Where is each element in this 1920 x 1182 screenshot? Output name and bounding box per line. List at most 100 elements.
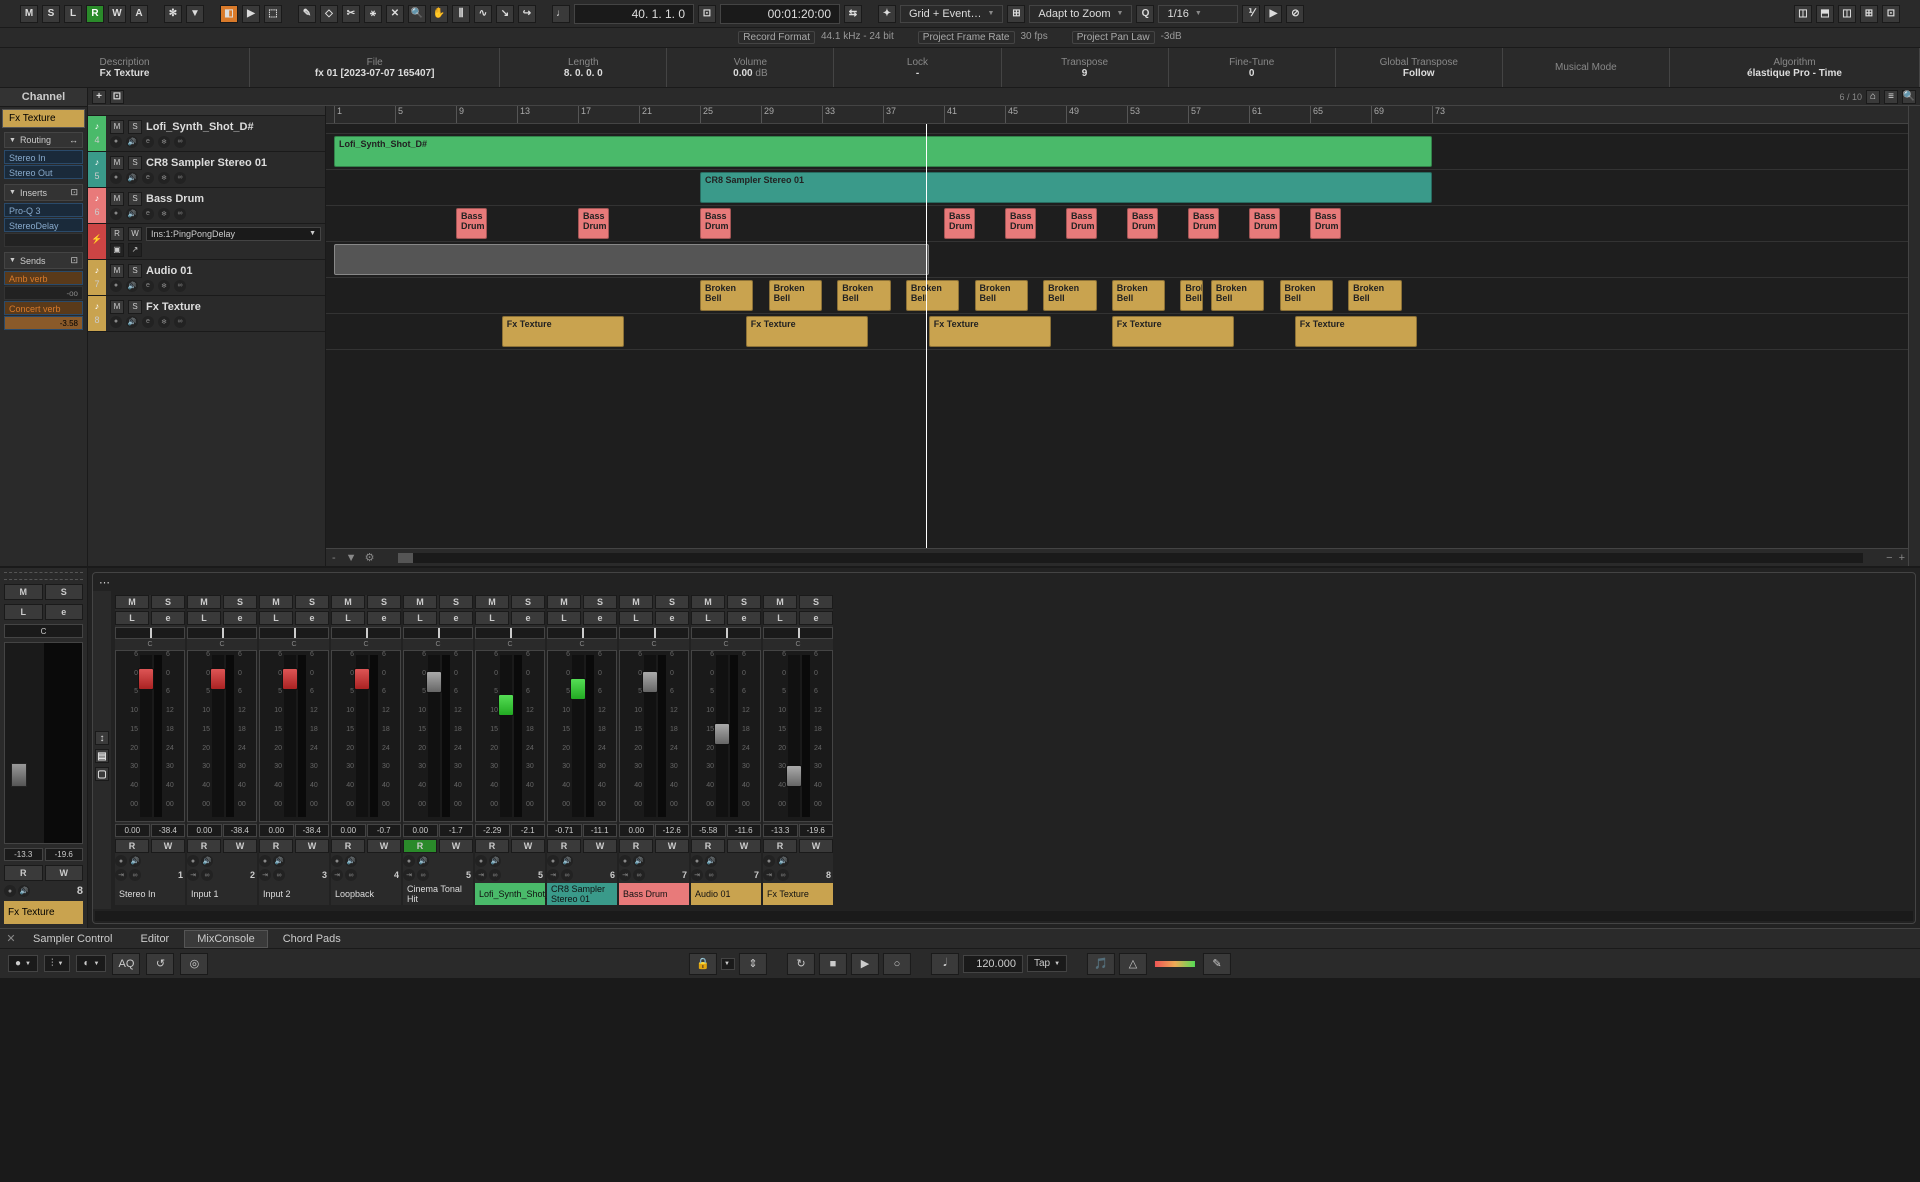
audio-clip[interactable]: Broken Bell xyxy=(1180,280,1203,311)
audio-clip[interactable]: Broken Bell xyxy=(1112,280,1165,311)
mute-tool-button[interactable]: ✕ xyxy=(386,5,404,23)
track-freeze-icon[interactable]: ❄ xyxy=(158,208,170,220)
strip-name[interactable]: Loopback xyxy=(331,883,401,905)
time-format-button[interactable]: ⇆ xyxy=(844,5,862,23)
strip-solo-button[interactable]: S xyxy=(583,595,617,609)
audio-clip[interactable]: CR8 Sampler Stereo 01 xyxy=(700,172,1432,203)
strip-pan[interactable] xyxy=(259,627,329,639)
strip-monitor-icon[interactable]: ● xyxy=(187,855,199,867)
audio-clip[interactable]: Broken Bell xyxy=(1211,280,1264,311)
mix-menu-icon[interactable]: ⋯ xyxy=(99,576,110,589)
mute-all-button[interactable]: M xyxy=(20,5,38,23)
aq-button[interactable]: AQ xyxy=(112,953,140,975)
strip-listen-button[interactable]: L xyxy=(115,611,149,625)
count-in-button[interactable]: △ xyxy=(1119,953,1147,975)
algorithm-value[interactable]: élastique Pro - Time xyxy=(1747,68,1842,79)
strip-monitor-icon[interactable]: ● xyxy=(403,855,415,867)
track-monitor-icon[interactable]: 🔊 xyxy=(126,172,138,184)
strip-pan[interactable] xyxy=(763,627,833,639)
strip-edit-button[interactable]: e xyxy=(223,611,257,625)
strip-peak-value[interactable]: -38.4 xyxy=(295,824,330,837)
zoom-tool-button[interactable]: 🔍 xyxy=(408,5,426,23)
zoom-in-h-button[interactable]: + xyxy=(1896,552,1908,564)
tab-mixconsole[interactable]: MixConsole xyxy=(184,930,267,948)
strip-mute-button[interactable]: M xyxy=(619,595,653,609)
strip-peak-value[interactable]: -11.1 xyxy=(583,824,618,837)
strip-mute-button[interactable]: M xyxy=(115,595,149,609)
track-color-indicator[interactable]: ♪7 xyxy=(88,260,106,295)
lower-zone-button[interactable]: ⬒ xyxy=(1816,5,1834,23)
track-monitor-icon[interactable]: 🔊 xyxy=(126,316,138,328)
audio-clip[interactable]: Broken Bell xyxy=(906,280,959,311)
arrange-row[interactable]: Lofi_Synth_Shot_D# xyxy=(326,134,1908,170)
volume-value[interactable]: 0.00 dB xyxy=(733,68,767,79)
lock-value[interactable]: - xyxy=(916,68,919,79)
strip-read-button[interactable]: R xyxy=(115,839,149,853)
ruler-tick[interactable]: 65 xyxy=(1310,106,1323,123)
track-freeze-icon[interactable]: ❄ xyxy=(158,280,170,292)
strip-peak-value[interactable]: -38.4 xyxy=(151,824,186,837)
track-name-label[interactable]: Audio 01 xyxy=(146,265,192,277)
strip-monitor-icon[interactable]: ● xyxy=(475,855,487,867)
settings-icon[interactable]: ⚙ xyxy=(361,551,379,564)
track-mute-button[interactable]: M xyxy=(110,300,124,314)
track-row[interactable]: ♪4 M S Lofi_Synth_Shot_D# ● 🔊 e ❄ ∞ xyxy=(88,116,325,152)
strip-solo-button[interactable]: S xyxy=(799,595,833,609)
strip-mute-button[interactable]: M xyxy=(187,595,221,609)
mix-view-faders-button[interactable]: ↕ xyxy=(95,731,109,745)
dropdown-icon[interactable]: ▼ xyxy=(186,5,204,23)
strip-monitor-icon[interactable]: ● xyxy=(331,855,343,867)
channel-monitor-icon[interactable]: ● xyxy=(4,885,16,897)
track-record-icon[interactable]: ● xyxy=(110,280,122,292)
strip-edit-button[interactable]: e xyxy=(727,611,761,625)
strip-monitor-icon[interactable]: ● xyxy=(763,855,775,867)
channel-mute-button[interactable]: M xyxy=(4,584,43,600)
position-display[interactable]: 40. 1. 1. 0 xyxy=(574,4,694,24)
audio-clip[interactable]: Bass Drum xyxy=(1188,208,1219,239)
strip-peak-value[interactable]: -11.6 xyxy=(727,824,762,837)
audio-clip[interactable]: Broken Bell xyxy=(837,280,890,311)
track-record-icon[interactable]: ● xyxy=(110,208,122,220)
strip-link-icon[interactable]: ∞ xyxy=(489,869,501,881)
fine-tune-value[interactable]: 0 xyxy=(1249,68,1255,79)
track-name-label[interactable]: Fx Texture xyxy=(146,301,201,313)
strip-edit-button[interactable]: e xyxy=(799,611,833,625)
strip-mute-button[interactable]: M xyxy=(547,595,581,609)
snap-type-dropdown[interactable]: Grid + Event… xyxy=(900,5,1003,23)
strip-mute-button[interactable]: M xyxy=(331,595,365,609)
file-value[interactable]: fx 01 [2023-07-07 165407] xyxy=(315,68,435,79)
audio-clip[interactable]: Bass Drum xyxy=(700,208,731,239)
send-value[interactable]: -3.58 xyxy=(4,316,83,330)
channel-speaker-icon[interactable]: 🔊 xyxy=(18,885,30,897)
strip-link-icon[interactable]: ∞ xyxy=(345,869,357,881)
grid-type-icon[interactable]: ✦ xyxy=(878,5,896,23)
arrange-row[interactable]: Bass DrumBass DrumBass DrumBass DrumBass… xyxy=(326,206,1908,242)
strip-mute-button[interactable]: M xyxy=(475,595,509,609)
stop-button[interactable]: ■ xyxy=(819,953,847,975)
strip-write-button[interactable]: W xyxy=(439,839,473,853)
audio-clip[interactable] xyxy=(334,244,929,275)
track-solo-button[interactable]: S xyxy=(128,120,142,134)
strip-peak-value[interactable]: -2.1 xyxy=(511,824,546,837)
hand-tool-button[interactable]: ✋ xyxy=(430,5,448,23)
strip-solo-button[interactable]: S xyxy=(727,595,761,609)
strip-listen-button[interactable]: L xyxy=(259,611,293,625)
strip-listen-button[interactable]: L xyxy=(331,611,365,625)
erase-tool-button[interactable]: ◇ xyxy=(320,5,338,23)
strip-mute-button[interactable]: M xyxy=(403,595,437,609)
strip-edit-button[interactable]: e xyxy=(511,611,545,625)
track-row[interactable]: ♪6 M S Bass Drum ● 🔊 e ❄ ∞ xyxy=(88,188,325,224)
strip-peak-value[interactable]: -1.7 xyxy=(439,824,474,837)
strip-write-button[interactable]: W xyxy=(727,839,761,853)
quantize-icon[interactable]: Q xyxy=(1136,5,1154,23)
ruler-tick[interactable]: 49 xyxy=(1066,106,1079,123)
comp-tool-button[interactable]: ⫼ xyxy=(452,5,470,23)
setup-layout-button[interactable]: ⊡ xyxy=(1882,5,1900,23)
strip-link-icon[interactable]: ∞ xyxy=(777,869,789,881)
track-monitor-icon[interactable]: 🔊 xyxy=(126,136,138,148)
audio-clip[interactable]: Bass Drum xyxy=(1127,208,1158,239)
strip-gain-value[interactable]: 0.00 xyxy=(331,824,366,837)
strip-read-button[interactable]: R xyxy=(259,839,293,853)
strip-gain-value[interactable]: -5.58 xyxy=(691,824,726,837)
zoom-out-h-button[interactable]: − xyxy=(1883,552,1895,564)
